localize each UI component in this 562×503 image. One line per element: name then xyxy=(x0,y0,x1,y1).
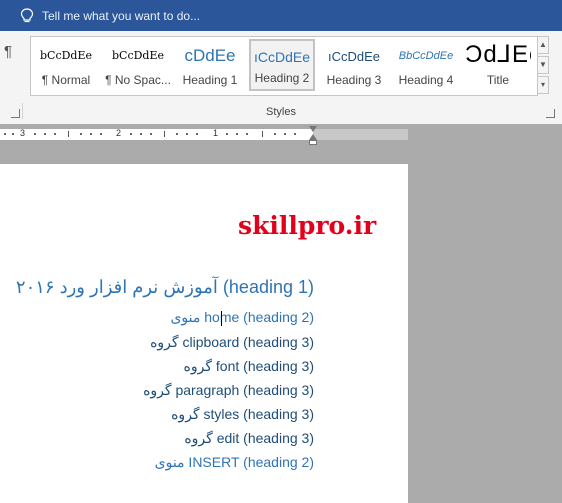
style-heading-3[interactable]: ıCcDdEe Heading 3 xyxy=(321,39,387,91)
styles-dialog-launcher-icon[interactable] xyxy=(546,109,555,118)
tell-me-search-input[interactable]: Tell me what you want to do... xyxy=(42,9,200,23)
ruler-dot xyxy=(226,133,228,135)
ruler-label: 3 xyxy=(20,128,26,138)
ruler-dot xyxy=(100,133,102,135)
horizontal-ruler[interactable]: 3 2 1 xyxy=(0,124,562,146)
style-heading-4[interactable]: BbCcDdEe Heading 4 xyxy=(393,39,459,91)
gallery-more-icon[interactable]: ▾ xyxy=(537,76,549,94)
heading-3-line[interactable]: گروه font (heading 3) xyxy=(184,358,314,375)
styles-group-label: Styles xyxy=(266,106,296,118)
text-cursor xyxy=(221,311,222,326)
ruler-label: 1 xyxy=(213,128,219,138)
style-preview: cDdEe xyxy=(184,46,236,65)
ruler-dot xyxy=(54,133,56,135)
gallery-scroll: ▲ ▼ ▾ xyxy=(537,36,549,96)
ruler-tick xyxy=(164,131,165,137)
style-preview: bCcDdEe xyxy=(111,49,165,62)
ruler-dot xyxy=(236,133,238,135)
ruler-dot xyxy=(90,133,92,135)
heading-3-line[interactable]: گروه edit (heading 3) xyxy=(184,430,314,447)
style-name: Heading 1 xyxy=(182,73,238,87)
ruler-dot xyxy=(186,133,188,135)
ruler-dot xyxy=(176,133,178,135)
ruler-dot xyxy=(80,133,82,135)
styles-gallery: bCcDdEe ¶ Normal bCcDdEe ¶ No Spac... cD… xyxy=(30,36,538,96)
line-text: منوی home (heading 2) xyxy=(170,309,314,325)
heading-3-line[interactable]: گروه styles (heading 3) xyxy=(171,406,314,423)
style-name: ¶ No Spac... xyxy=(105,73,171,87)
ruler-dot xyxy=(150,133,152,135)
ruler-tick xyxy=(68,131,69,137)
style-name: Heading 2 xyxy=(254,71,310,85)
style-no-spacing[interactable]: bCcDdEe ¶ No Spac... xyxy=(105,39,171,91)
style-preview: bCcDdEe xyxy=(39,49,93,62)
style-name: Heading 3 xyxy=(326,73,382,87)
show-hide-paragraph-icon[interactable]: ¶ xyxy=(4,43,12,60)
heading-2-line[interactable]: منوی home (heading 2) xyxy=(170,309,314,326)
ruler-dot xyxy=(140,133,142,135)
style-preview: ıCcDdEe xyxy=(253,49,311,65)
heading-3-line[interactable]: گروه paragraph (heading 3) xyxy=(143,382,314,399)
style-name: Heading 4 xyxy=(398,73,454,87)
style-preview: Ͻd⅃Ee xyxy=(465,41,531,68)
gallery-scroll-up-icon[interactable]: ▲ xyxy=(537,36,549,54)
heading-3-line[interactable]: گروه clipboard (heading 3) xyxy=(150,334,314,351)
style-heading-2[interactable]: ıCcDdEe Heading 2 xyxy=(249,39,315,91)
right-indent-marker[interactable] xyxy=(309,140,317,145)
ruler-margin xyxy=(313,129,408,140)
ruler-dot xyxy=(34,133,36,135)
heading-1-line[interactable]: آموزش نرم افزار ورد ۲۰۱۶ (heading 1) xyxy=(16,277,314,298)
ruler-dot xyxy=(196,133,198,135)
logo-text: skillpro.ir xyxy=(238,211,377,240)
style-heading-1[interactable]: cDdEe Heading 1 xyxy=(177,39,243,91)
style-name: ¶ Normal xyxy=(41,73,91,87)
gallery-scroll-down-icon[interactable]: ▼ xyxy=(537,56,549,74)
ruler-tick xyxy=(262,131,263,137)
tell-me-bar: Tell me what you want to do... xyxy=(0,0,562,31)
lightbulb-icon[interactable] xyxy=(20,8,34,24)
ruler-dot xyxy=(246,133,248,135)
ruler-dot xyxy=(130,133,132,135)
ruler-dot xyxy=(284,133,286,135)
first-line-indent-marker[interactable] xyxy=(309,126,317,132)
ruler-dot xyxy=(12,133,14,135)
style-name: Title xyxy=(486,73,510,87)
heading-2-line[interactable]: منوی INSERT (heading 2) xyxy=(155,454,314,471)
ruler-dot xyxy=(294,133,296,135)
ruler-dot xyxy=(4,133,6,135)
ruler-dot xyxy=(44,133,46,135)
ruler-dot xyxy=(274,133,276,135)
ruler-label: 2 xyxy=(116,128,122,138)
style-preview: BbCcDdEe xyxy=(398,50,454,62)
style-title[interactable]: Ͻd⅃Ee Title xyxy=(465,39,531,91)
ribbon-styles-area: ¶ bCcDdEe ¶ Normal bCcDdEe ¶ No Spac... … xyxy=(0,31,562,125)
document-page[interactable]: skillpro.ir آموزش نرم افزار ورد ۲۰۱۶ (he… xyxy=(0,164,408,503)
style-preview: ıCcDdEe xyxy=(327,49,381,64)
style-normal[interactable]: bCcDdEe ¶ Normal xyxy=(33,39,99,91)
